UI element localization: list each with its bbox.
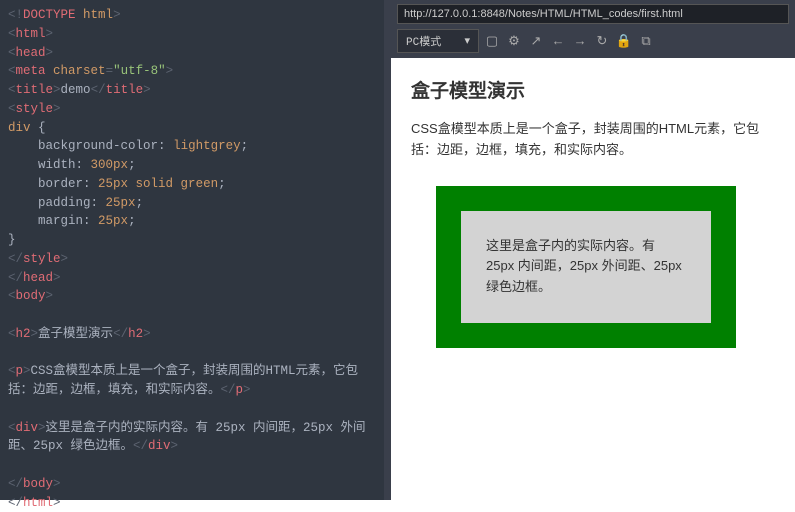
- rendered-page: 盒子模型演示 CSS盒模型本质上是一个盒子，封装周围的HTML元素，它包括：边距…: [391, 58, 795, 500]
- page-paragraph: CSS盒模型本质上是一个盒子，封装周围的HTML元素，它包括：边距，边框，填充，…: [411, 119, 775, 161]
- preview-browser: PC模式 ▾ ▢ ⚙ ↗ ← → ↻ 🔒 ⧉ 盒子模型演示 CSS盒模型本质上是…: [391, 0, 795, 500]
- url-input[interactable]: [397, 4, 789, 24]
- refresh-icon[interactable]: ↻: [593, 34, 611, 49]
- forward-icon[interactable]: →: [571, 34, 589, 49]
- gear-icon[interactable]: ⚙: [505, 34, 523, 49]
- code-editor[interactable]: <!DOCTYPE html> <html> <head> <meta char…: [0, 0, 384, 500]
- browser-toolbar: PC模式 ▾ ▢ ⚙ ↗ ← → ↻ 🔒 ⧉: [391, 26, 795, 58]
- menu-icon[interactable]: ⧉: [637, 34, 655, 49]
- back-icon[interactable]: ←: [549, 34, 567, 49]
- page-title: 盒子模型演示: [411, 76, 775, 103]
- chevron-down-icon: ▾: [464, 34, 470, 48]
- pane-divider[interactable]: [384, 0, 391, 500]
- external-icon[interactable]: ↗: [527, 34, 545, 49]
- box-model-demo: 这里是盒子内的实际内容。有 25px 内间距，25px 外间距、25px 绿色边…: [436, 186, 736, 348]
- new-window-icon[interactable]: ▢: [483, 34, 501, 49]
- lock-icon[interactable]: 🔒: [615, 34, 633, 49]
- url-bar: [391, 0, 795, 26]
- mode-select[interactable]: PC模式 ▾: [397, 29, 479, 53]
